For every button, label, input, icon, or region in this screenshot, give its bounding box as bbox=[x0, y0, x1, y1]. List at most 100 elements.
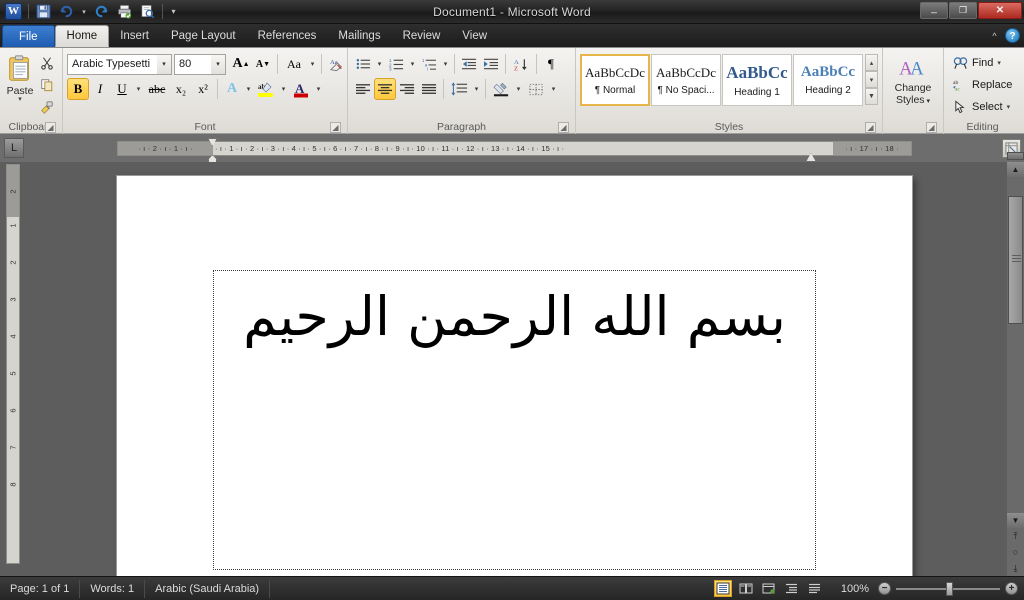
next-page-icon[interactable]: ⤓ bbox=[1007, 560, 1024, 576]
align-right-button[interactable] bbox=[396, 78, 418, 100]
font-color-icon[interactable]: A bbox=[289, 78, 313, 100]
font-name-dropdown-icon[interactable]: ▾ bbox=[157, 54, 171, 74]
strikethrough-button[interactable]: abc bbox=[144, 78, 170, 100]
font-dialog-launcher[interactable]: ◢ bbox=[330, 122, 341, 133]
paragraph-dialog-launcher[interactable]: ◢ bbox=[558, 122, 569, 133]
styles-scroll-up-icon[interactable]: ▴ bbox=[865, 54, 878, 71]
web-layout-view-icon[interactable] bbox=[760, 580, 778, 597]
subscript-button[interactable]: x₂ bbox=[170, 78, 192, 100]
tab-home[interactable]: Home bbox=[54, 25, 110, 47]
borders-caret-icon[interactable]: ▾ bbox=[548, 78, 559, 100]
font-size-combo[interactable]: 80 ▾ bbox=[174, 53, 226, 75]
text-effects-icon[interactable]: A bbox=[221, 78, 243, 100]
print-preview-icon[interactable] bbox=[137, 2, 158, 22]
tab-page-layout[interactable]: Page Layout bbox=[160, 25, 247, 47]
scroll-up-icon[interactable]: ▲ bbox=[1007, 162, 1024, 177]
help-icon[interactable]: ? bbox=[1005, 28, 1020, 43]
status-page[interactable]: Page: 1 of 1 bbox=[0, 579, 81, 598]
scrollbar-thumb[interactable] bbox=[1008, 196, 1023, 324]
tab-references[interactable]: References bbox=[247, 25, 328, 47]
align-left-button[interactable] bbox=[352, 78, 374, 100]
tab-stop-selector[interactable]: L bbox=[4, 138, 24, 158]
bold-button[interactable]: B bbox=[67, 78, 89, 100]
select-button[interactable]: Select ▾ bbox=[948, 96, 1015, 118]
numbering-caret-icon[interactable]: ▾ bbox=[407, 53, 418, 75]
document-text[interactable]: بسم الله الرحمن الرحيم bbox=[214, 283, 815, 351]
styles-more-icon[interactable]: ▼ bbox=[865, 88, 878, 105]
tab-mailings[interactable]: Mailings bbox=[327, 25, 391, 47]
style-tile-heading-2[interactable]: AaBbCc Heading 2 bbox=[793, 54, 863, 106]
restore-button[interactable]: ❐ bbox=[949, 2, 977, 19]
horizontal-ruler[interactable]: · ı · 2 · ı · 1 · ı · · ı · 1 · ı · 2 · … bbox=[117, 141, 912, 156]
justify-button[interactable] bbox=[418, 78, 440, 100]
minimize-button[interactable]: _ bbox=[920, 2, 948, 19]
undo-dropdown-icon[interactable]: ▾ bbox=[79, 2, 89, 22]
zoom-slider-thumb[interactable] bbox=[946, 581, 953, 596]
print-icon[interactable] bbox=[114, 2, 135, 22]
zoom-level-label[interactable]: 100% bbox=[833, 583, 869, 595]
multilevel-list-caret-icon[interactable]: ▾ bbox=[440, 53, 451, 75]
zoom-in-button[interactable]: + bbox=[1005, 582, 1018, 595]
select-caret-icon[interactable]: ▾ bbox=[1007, 103, 1011, 111]
redo-icon[interactable] bbox=[91, 2, 112, 22]
multilevel-list-icon[interactable]: 1ai bbox=[418, 53, 440, 75]
bullets-icon[interactable] bbox=[352, 53, 374, 75]
text-highlight-icon[interactable]: ab bbox=[254, 78, 278, 100]
grow-font-icon[interactable]: A ▲ bbox=[230, 53, 252, 75]
change-case-caret-icon[interactable]: ▾ bbox=[307, 53, 318, 75]
vertical-ruler[interactable]: 2 1 2 3 4 5 6 7 8 bbox=[6, 164, 20, 564]
copy-icon[interactable] bbox=[36, 74, 58, 96]
previous-page-icon[interactable]: ⤒ bbox=[1007, 528, 1024, 544]
find-button[interactable]: Find ▾ bbox=[948, 52, 1006, 74]
change-case-icon[interactable]: Aa bbox=[281, 53, 307, 75]
font-name-combo[interactable]: Arabic Typesetti ▾ bbox=[67, 53, 172, 75]
split-window-handle[interactable] bbox=[1007, 152, 1024, 160]
numbering-icon[interactable]: 123 bbox=[385, 53, 407, 75]
close-button[interactable]: ✕ bbox=[978, 2, 1022, 19]
decrease-indent-icon[interactable] bbox=[458, 53, 480, 75]
underline-button[interactable]: U bbox=[111, 78, 133, 100]
select-browse-object-icon[interactable]: ○ bbox=[1007, 544, 1024, 560]
word-app-button[interactable]: W bbox=[3, 2, 24, 22]
style-tile-heading-1[interactable]: AaBbCс Heading 1 bbox=[722, 54, 792, 106]
change-styles-button[interactable]: AA Change Styles ▾ bbox=[887, 53, 939, 108]
style-tile-normal[interactable]: AaBbCcDc ¶ Normal bbox=[580, 54, 650, 106]
zoom-slider[interactable] bbox=[896, 581, 1000, 596]
borders-icon[interactable] bbox=[524, 78, 548, 100]
status-language[interactable]: Arabic (Saudi Arabia) bbox=[145, 579, 271, 598]
line-spacing-icon[interactable] bbox=[447, 78, 471, 100]
show-formatting-marks-icon[interactable]: ¶ bbox=[540, 53, 562, 75]
tab-view[interactable]: View bbox=[451, 25, 498, 47]
outline-view-icon[interactable] bbox=[783, 580, 801, 597]
format-painter-icon[interactable] bbox=[36, 96, 58, 118]
print-layout-view-icon[interactable] bbox=[714, 580, 732, 597]
bullets-caret-icon[interactable]: ▾ bbox=[374, 53, 385, 75]
replace-button[interactable]: ab ac Replace bbox=[948, 74, 1017, 96]
superscript-button[interactable]: x² bbox=[192, 78, 214, 100]
increase-indent-icon[interactable] bbox=[480, 53, 502, 75]
align-center-button[interactable] bbox=[374, 78, 396, 100]
find-caret-icon[interactable]: ▾ bbox=[997, 59, 1001, 67]
italic-button[interactable]: I bbox=[89, 78, 111, 100]
tab-review[interactable]: Review bbox=[392, 25, 452, 47]
tab-insert[interactable]: Insert bbox=[109, 25, 160, 47]
clear-formatting-icon[interactable]: Aa bbox=[325, 53, 349, 75]
paste-caret-icon[interactable]: ▾ bbox=[18, 96, 22, 103]
customize-qat-icon[interactable]: ▾ bbox=[167, 2, 180, 22]
styles-dialog-launcher[interactable]: ◢ bbox=[865, 122, 876, 133]
font-size-dropdown-icon[interactable]: ▾ bbox=[211, 54, 225, 74]
full-screen-reading-view-icon[interactable] bbox=[737, 580, 755, 597]
tab-file[interactable]: File bbox=[2, 25, 55, 47]
underline-caret-icon[interactable]: ▾ bbox=[133, 78, 144, 100]
text-effects-caret-icon[interactable]: ▾ bbox=[243, 78, 254, 100]
draft-view-icon[interactable] bbox=[806, 580, 824, 597]
font-color-caret-icon[interactable]: ▾ bbox=[313, 78, 324, 100]
cut-icon[interactable] bbox=[36, 52, 58, 74]
style-tile-no-spacing[interactable]: AaBbCcDc ¶ No Spaci... bbox=[651, 54, 721, 106]
change-styles-dialog-launcher[interactable]: ◢ bbox=[926, 122, 937, 133]
text-highlight-caret-icon[interactable]: ▾ bbox=[278, 78, 289, 100]
clipboard-dialog-launcher[interactable]: ◢ bbox=[45, 122, 56, 133]
save-icon[interactable] bbox=[33, 2, 54, 22]
collapse-ribbon-icon[interactable]: ^ bbox=[988, 29, 1001, 42]
paste-button[interactable]: Paste ▾ bbox=[4, 51, 36, 104]
